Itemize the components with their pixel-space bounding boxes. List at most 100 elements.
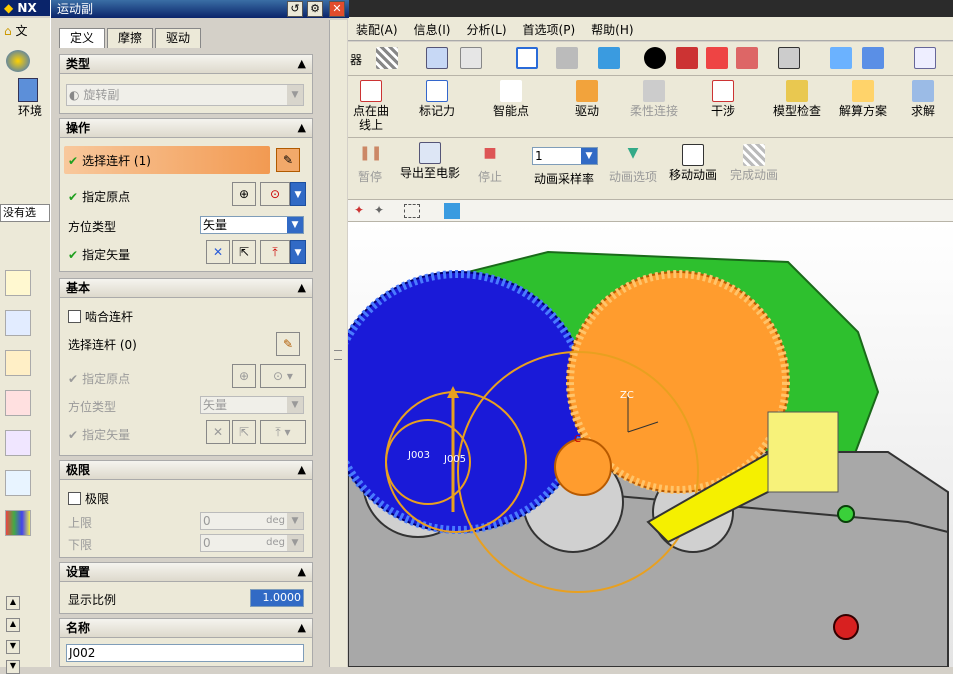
cube-select-icon[interactable] — [444, 203, 460, 219]
gear-icon[interactable]: ⚙ — [307, 1, 323, 17]
red-cube-icon[interactable] — [676, 47, 698, 69]
operation-section-header[interactable]: 操作 ▲ — [59, 118, 313, 138]
menu-preferences[interactable]: 首选项(P) — [515, 17, 584, 42]
menu-assembly[interactable]: 装配(A) — [348, 17, 406, 42]
display-scale-input[interactable]: 1.0000 — [250, 589, 304, 607]
limit-checkbox[interactable] — [68, 492, 81, 505]
assembly-constraint-icon[interactable] — [862, 47, 884, 69]
limit-row[interactable]: 极限 — [68, 490, 109, 507]
close-icon[interactable]: ✕ — [329, 1, 345, 17]
smart-point-button[interactable]: 智能点 — [486, 80, 536, 118]
flexible-connection-button: 柔性连接 — [624, 80, 684, 118]
resource-bar: ⌂ 文 环境 没有选 ▲ ▲ ▼ ▼ — [0, 18, 50, 674]
vector-dialog-button[interactable]: ⇱ — [232, 240, 256, 264]
environment-button[interactable]: 环境 — [18, 78, 42, 138]
scroll-up-small-icon[interactable]: ▲ — [6, 618, 20, 632]
export-movie-button[interactable]: 导出至电影 — [400, 142, 460, 180]
menu-help[interactable]: 帮助(H) — [583, 17, 641, 42]
menu-info[interactable]: 信息(I) — [406, 17, 459, 42]
point-on-curve-button[interactable]: 点在曲线上 — [348, 80, 394, 132]
snap-icon[interactable]: ✦ — [354, 203, 370, 219]
start-icon[interactable] — [6, 50, 30, 72]
base-orientation-select: 矢量 ▼ — [200, 396, 304, 414]
chevron-down-icon[interactable]: ▼ — [290, 240, 306, 264]
scroll-down-small-icon[interactable]: ▼ — [6, 660, 20, 674]
reverse-direction-button[interactable]: ✕ — [206, 240, 230, 264]
settings-section-header[interactable]: 设置 ▲ — [59, 562, 313, 582]
axis-icon: ⤒ ▾ — [275, 425, 291, 439]
select-link-button[interactable]: ✎ — [276, 148, 300, 172]
chevron-down-icon[interactable]: ▼ — [581, 148, 597, 164]
scroll-grip-icon[interactable] — [334, 350, 342, 360]
marker-force-button[interactable]: 标记力 — [412, 80, 462, 118]
vector-type-button[interactable]: ⤒ — [260, 240, 290, 264]
snap-point-icon[interactable]: ✦ — [374, 203, 390, 219]
dialog-scrollbar[interactable] — [329, 20, 347, 667]
tab-definition[interactable]: 定义 — [59, 28, 105, 48]
checkered-flag-icon[interactable] — [376, 47, 398, 69]
layer-settings-icon[interactable] — [914, 47, 936, 69]
file-menu-partial[interactable]: ⌂ 文 — [4, 22, 27, 39]
chevron-down-icon: ▼ — [287, 535, 303, 551]
sample-rate-combo[interactable]: 1 ▼ — [532, 147, 598, 165]
render-style-icon[interactable] — [556, 47, 578, 69]
solve-button[interactable]: 求解 — [904, 80, 942, 118]
motion-navigator-icon[interactable] — [5, 430, 31, 456]
environment-icon — [18, 78, 38, 102]
driver-button[interactable]: 驱动 — [564, 80, 610, 118]
solution-button[interactable]: 解算方案 — [834, 80, 892, 118]
reverse-direction-icon: ✕ — [212, 425, 224, 439]
origin-row: ✔ 指定原点 — [68, 190, 131, 204]
reset-icon[interactable]: ↺ — [287, 1, 303, 17]
section-cube-icon[interactable] — [736, 47, 758, 69]
motion-joint-dialog: 运动副 ↺ ⚙ ✕ 定义 摩擦 驱动 类型 ▲ ◐ 旋转副 ▼ 操作 ▲ ✔ 选择连杆 … — [50, 0, 349, 667]
type-section-header[interactable]: 类型 ▲ — [59, 54, 313, 74]
base-select-link-button[interactable]: ✎ — [276, 332, 300, 356]
orientation-type-select[interactable]: 矢量 ▼ — [200, 216, 304, 234]
mesh-link-row[interactable]: 啮合连杆 — [68, 308, 133, 325]
assembly-navigator-icon[interactable] — [5, 270, 31, 296]
point-plus-icon: ⊕ — [238, 187, 250, 201]
move-component-icon[interactable] — [830, 47, 852, 69]
rectangle-select-icon[interactable] — [404, 204, 420, 218]
fit-view-icon[interactable] — [516, 47, 538, 69]
reuse-library-icon[interactable] — [5, 390, 31, 416]
scroll-down-icon[interactable]: ▼ — [6, 640, 20, 654]
stop-icon: ■ — [483, 145, 497, 161]
menubar: 装配(A) 信息(I) 分析(L) 首选项(P) 帮助(H) — [348, 17, 953, 41]
chevron-down-icon[interactable]: ▼ — [290, 182, 306, 206]
constraint-navigator-icon[interactable] — [5, 310, 31, 336]
selection-filter-combo[interactable]: 没有选 — [0, 204, 50, 222]
app-title: ◆ NX — [0, 0, 50, 16]
system-materials-icon[interactable] — [5, 510, 31, 536]
part-info-icon[interactable] — [426, 47, 448, 69]
limits-section-header[interactable]: 极限 ▲ — [59, 460, 313, 480]
tab-driver[interactable]: 驱动 — [155, 28, 201, 48]
scroll-up-icon[interactable]: ▲ — [6, 596, 20, 610]
point-plus-icon: ⊕ — [238, 369, 250, 383]
point-type-button[interactable]: ⊙ — [260, 182, 290, 206]
motion-toolbar: 点在曲线上 标记力 智能点 驱动 柔性连接 干涉 模型检查 解算方案 求解 — [348, 76, 953, 138]
name-input[interactable]: J002 — [66, 644, 304, 662]
shaded-cube-icon[interactable] — [598, 47, 620, 69]
animation-options-button: ▼ 动画选项 — [608, 145, 657, 184]
tab-friction[interactable]: 摩擦 — [107, 28, 153, 48]
graphics-viewport[interactable]: J003 J005 ZC C — [348, 222, 953, 667]
base-section-header[interactable]: 基本 ▲ — [59, 278, 313, 298]
joint-j005-label: J005 — [444, 454, 467, 465]
select-cursor-icon[interactable] — [460, 47, 482, 69]
point-dialog-button[interactable]: ⊕ — [232, 182, 256, 206]
history-icon[interactable] — [5, 470, 31, 496]
base-section: 啮合连杆 选择连杆 (0) ✎ ✔ 指定原点 ⊕ ⊙ ▾ 方位类型 矢量 ▼ ✔ 指定… — [59, 298, 313, 456]
interference-button[interactable]: 干涉 — [700, 80, 746, 118]
yin-yang-icon[interactable] — [644, 47, 666, 69]
mesh-link-checkbox[interactable] — [68, 310, 81, 323]
part-navigator-icon[interactable] — [5, 350, 31, 376]
move-animation-button[interactable]: 移动动画 — [664, 144, 722, 182]
background-color-icon[interactable] — [778, 47, 800, 69]
red-box-icon[interactable] — [706, 47, 728, 69]
name-section-header[interactable]: 名称 ▲ — [59, 618, 313, 638]
menu-analysis[interactable]: 分析(L) — [458, 17, 514, 42]
model-check-button[interactable]: 模型检查 — [768, 80, 826, 118]
check-icon: ✔ — [68, 372, 79, 386]
